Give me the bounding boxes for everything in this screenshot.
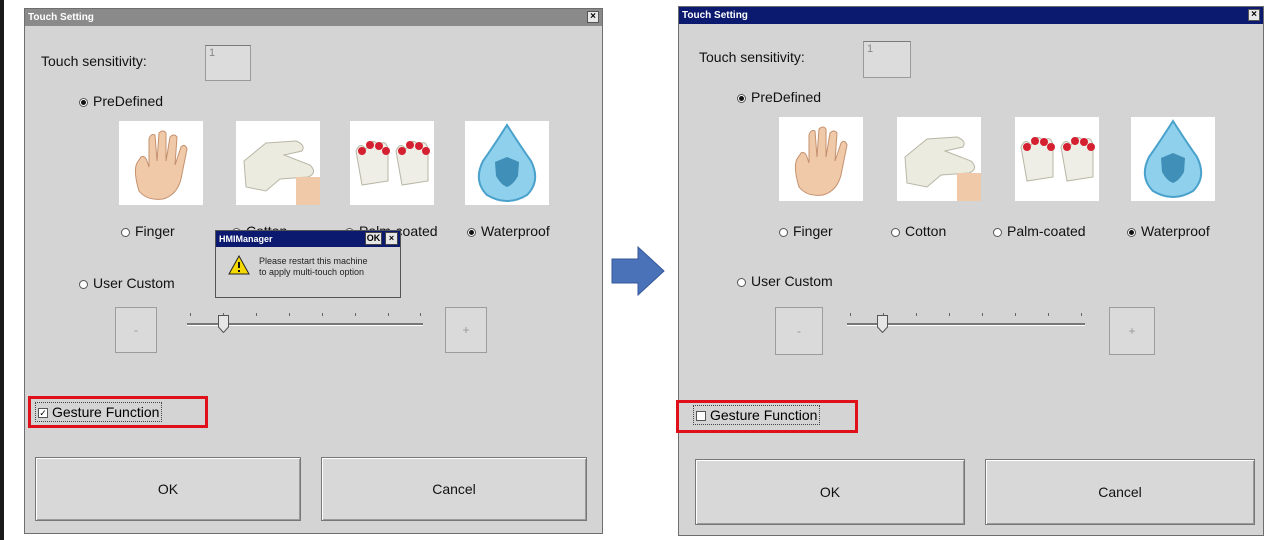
radio-predefined-dot (737, 93, 746, 103)
slider-tick (289, 313, 290, 316)
ok-button[interactable]: OK (695, 459, 965, 525)
radio-finger[interactable]: Finger (779, 223, 833, 239)
finger-label: Finger (793, 223, 833, 239)
slider-thumb[interactable] (877, 315, 888, 334)
waterproof-label: Waterproof (481, 223, 550, 239)
radio-user-custom-dot (79, 279, 88, 289)
slider-thumb[interactable] (218, 315, 229, 334)
slider-tick (322, 313, 323, 316)
slider-tick (916, 313, 917, 316)
radio-waterproof-dot (467, 227, 476, 237)
title-bar: Touch Setting × (25, 9, 602, 26)
radio-palm-dot (993, 227, 1002, 237)
predefined-label: PreDefined (93, 93, 164, 109)
dialog-title-bar: HMIManager OK × (216, 231, 400, 247)
radio-user-custom-dot (737, 277, 746, 287)
dialog-title: HMIManager (219, 234, 273, 244)
sensitivity-field[interactable]: 1 (205, 45, 251, 81)
cancel-button[interactable]: Cancel (985, 459, 1255, 525)
radio-waterproof[interactable]: Waterproof (467, 223, 550, 239)
radio-waterproof-dot (1127, 227, 1136, 237)
hand-icon (119, 121, 203, 205)
dialog-message: Please restart this machine to apply mul… (259, 256, 368, 278)
minus-button[interactable]: - (115, 307, 157, 353)
waterproof-label: Waterproof (1141, 223, 1210, 239)
palm-coated-gloves-icon (350, 121, 434, 205)
water-drop-shield-icon (1131, 117, 1215, 201)
radio-palm-coated[interactable]: Palm-coated (993, 223, 1086, 239)
radio-user-custom[interactable]: User Custom (737, 273, 833, 289)
slider-tick (256, 313, 257, 316)
dialog-message-line1: Please restart this machine (259, 256, 368, 266)
sensitivity-value: 1 (867, 43, 874, 55)
dialog-close-button[interactable]: × (385, 232, 398, 245)
slider-tick (355, 313, 356, 316)
window-title: Touch Setting (682, 10, 748, 21)
close-button[interactable]: × (587, 11, 599, 23)
plus-button[interactable]: + (445, 307, 487, 353)
page-border-line (0, 0, 4, 540)
title-bar: Touch Setting × (679, 7, 1263, 24)
slider-tick (1048, 313, 1049, 316)
slider-tick (420, 313, 421, 316)
radio-cotton[interactable]: Cotton (891, 223, 946, 239)
slider-tick (850, 313, 851, 316)
sensitivity-field[interactable]: 1 (863, 41, 911, 78)
slider-tick (1015, 313, 1016, 316)
cotton-glove-icon (897, 117, 981, 201)
plus-button[interactable]: + (1109, 307, 1155, 355)
slider-tick (190, 313, 191, 316)
hmimanager-dialog: HMIManager OK × Please restart this mach… (215, 230, 401, 298)
radio-cotton-dot (891, 227, 900, 237)
user-custom-label: User Custom (751, 273, 833, 289)
cotton-glove-icon (236, 121, 320, 205)
radio-finger-dot (121, 227, 130, 237)
user-custom-label: User Custom (93, 275, 175, 291)
predefined-label: PreDefined (751, 89, 822, 105)
radio-predefined[interactable]: PreDefined (79, 93, 163, 109)
sensitivity-value: 1 (209, 47, 216, 59)
right-arrow-icon (610, 245, 666, 302)
slider-tick (949, 313, 950, 316)
cancel-button[interactable]: Cancel (321, 457, 587, 521)
close-button[interactable]: × (1248, 9, 1260, 21)
slider-tick (388, 313, 389, 316)
sensitivity-label: Touch sensitivity: (699, 49, 805, 65)
touch-setting-window-after: Touch Setting × Touch sensitivity: 1 Pre… (678, 6, 1264, 536)
palm-coated-gloves-icon (1015, 117, 1099, 201)
sensitivity-label: Touch sensitivity: (41, 53, 147, 69)
hand-icon (779, 117, 863, 201)
slider-tick (982, 313, 983, 316)
radio-finger[interactable]: Finger (121, 223, 175, 239)
minus-button[interactable]: - (775, 307, 823, 355)
warning-icon (228, 254, 250, 280)
ok-button[interactable]: OK (35, 457, 301, 521)
cotton-label: Cotton (905, 223, 947, 239)
palm-label: Palm-coated (1007, 223, 1086, 239)
gesture-highlight-box (28, 396, 208, 428)
water-drop-shield-icon (465, 121, 549, 205)
slider-tick (1081, 313, 1082, 316)
finger-label: Finger (135, 223, 175, 239)
radio-user-custom[interactable]: User Custom (79, 275, 175, 291)
radio-waterproof[interactable]: Waterproof (1127, 223, 1210, 239)
dialog-ok-button[interactable]: OK (365, 232, 382, 245)
window-title: Touch Setting (28, 12, 94, 23)
radio-predefined-dot (79, 97, 88, 107)
radio-predefined[interactable]: PreDefined (737, 89, 821, 105)
dialog-message-line2: to apply multi-touch option (259, 267, 365, 277)
radio-finger-dot (779, 227, 788, 237)
gesture-highlight-box (676, 400, 858, 433)
